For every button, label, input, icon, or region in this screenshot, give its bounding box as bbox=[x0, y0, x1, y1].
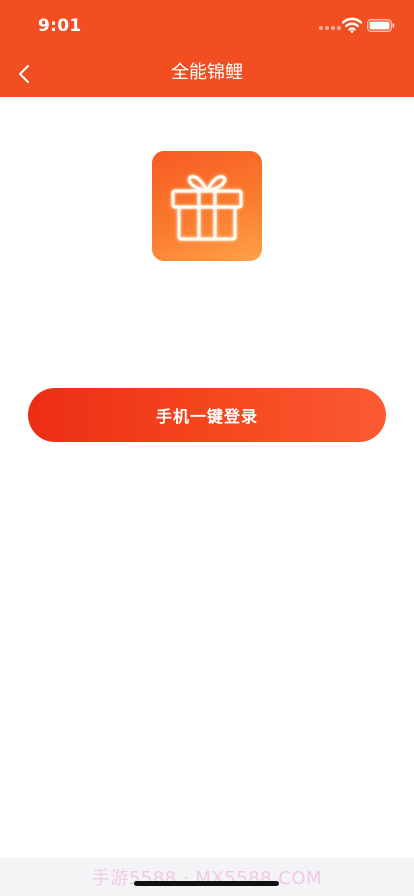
watermark: 手游5588 · MX5588.COM bbox=[91, 868, 323, 889]
gift-icon bbox=[170, 174, 244, 242]
battery-icon bbox=[367, 19, 395, 32]
app-icon bbox=[152, 151, 262, 261]
status-bar: 9:01 bbox=[0, 0, 414, 50]
app-header: 9:01 全能锦鲤 bbox=[0, 0, 414, 97]
wifi-icon bbox=[342, 17, 362, 33]
signal-dots-icon bbox=[319, 26, 341, 32]
phone-login-button[interactable]: 手机一键登录 bbox=[28, 388, 386, 442]
page-title: 全能锦鲤 bbox=[171, 62, 243, 83]
home-indicator[interactable] bbox=[134, 881, 279, 886]
nav-bar: 全能锦鲤 bbox=[0, 50, 414, 97]
status-time: 9:01 bbox=[38, 16, 82, 36]
